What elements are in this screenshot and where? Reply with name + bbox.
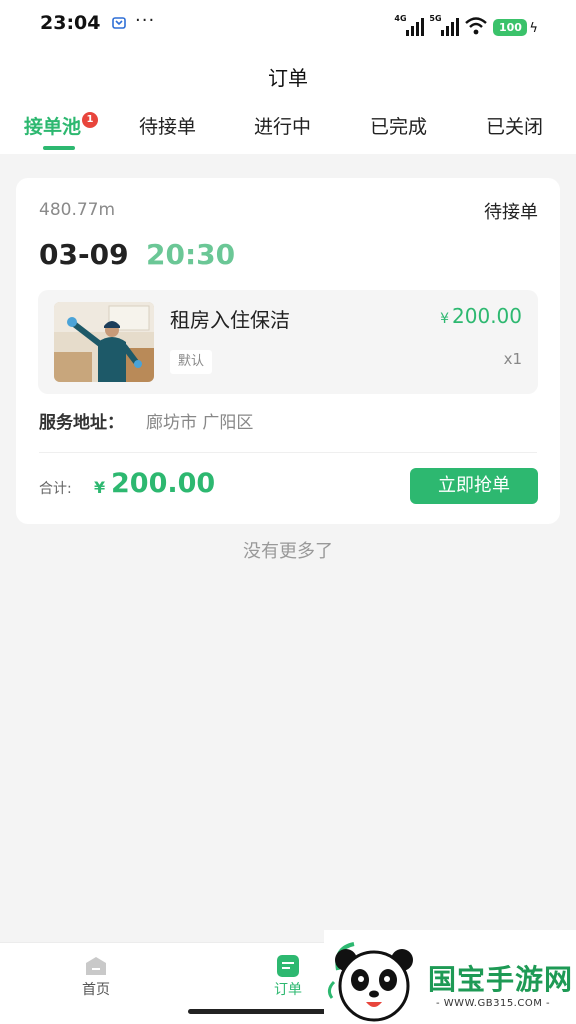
nav-label-home: 首页 [82, 982, 110, 998]
order-item[interactable]: 租房入住保洁 ¥200.00 默认 x1 [38, 290, 538, 394]
status-bar: 23:04 ··· 4G 5G 100 ϟ [0, 0, 576, 52]
total-currency: ¥ [94, 478, 106, 497]
tab-badge: 1 [82, 112, 98, 128]
grab-order-button[interactable]: 立即抢单 [410, 468, 538, 504]
watermark-url: - WWW.GB315.COM - [436, 998, 551, 1009]
item-currency: ¥ [440, 311, 450, 327]
panda-logo-icon [327, 942, 413, 1022]
tab-pending[interactable]: 待接单 [139, 112, 196, 139]
tab-order-pool[interactable]: 接单池 [24, 112, 81, 139]
item-price: ¥200.00 [440, 304, 522, 328]
app-notification-icon [111, 15, 127, 31]
more-dots: ··· [135, 10, 156, 31]
signal-5g-icon: 5G [429, 14, 460, 36]
tab-in-progress[interactable]: 进行中 [254, 112, 311, 139]
nav-item-home[interactable]: 首页 [36, 943, 156, 1024]
item-name: 租房入住保洁 [170, 308, 290, 332]
item-spec-tag: 默认 [170, 350, 213, 374]
charging-icon: ϟ [529, 21, 538, 36]
signal-4g-label: 4G [394, 14, 407, 23]
address-label: 服务地址： [39, 413, 124, 433]
total-amount: 200.00 [111, 468, 216, 499]
page-title: 订单 [268, 66, 308, 90]
divider [39, 452, 537, 453]
tab-completed[interactable]: 已完成 [370, 112, 427, 139]
order-card[interactable]: 480.77m 待接单 03-09 20:30 租房入住保洁 ¥200.00 默… [16, 178, 560, 524]
item-quantity: x1 [503, 350, 522, 368]
signal-5g-label: 5G [429, 14, 442, 23]
battery-indicator: 100 [493, 19, 528, 36]
status-time: 23:04 [40, 12, 101, 34]
total-label: 合计: [39, 481, 72, 497]
signal-4g-icon: 4G [394, 14, 425, 36]
address-value: 廊坊市 广阳区 [146, 413, 254, 433]
service-date: 03-09 [39, 238, 129, 271]
order-icon [276, 955, 300, 977]
item-thumbnail [54, 302, 154, 382]
watermark-text: 国宝手游网 [428, 963, 574, 996]
tab-closed[interactable]: 已关闭 [486, 112, 543, 139]
active-tab-indicator [43, 146, 75, 150]
item-price-value: 200.00 [452, 304, 522, 328]
watermark: 国宝手游网 - WWW.GB315.COM - [324, 930, 576, 1024]
wifi-icon [464, 16, 488, 36]
order-status: 待接单 [484, 202, 538, 223]
list-end-text: 没有更多了 [243, 541, 333, 562]
home-icon [84, 955, 108, 977]
order-tabs: 接单池 1 待接单 进行中 已完成 已关闭 [0, 112, 576, 152]
service-time: 20:30 [146, 238, 236, 271]
order-distance: 480.77m [39, 200, 116, 220]
